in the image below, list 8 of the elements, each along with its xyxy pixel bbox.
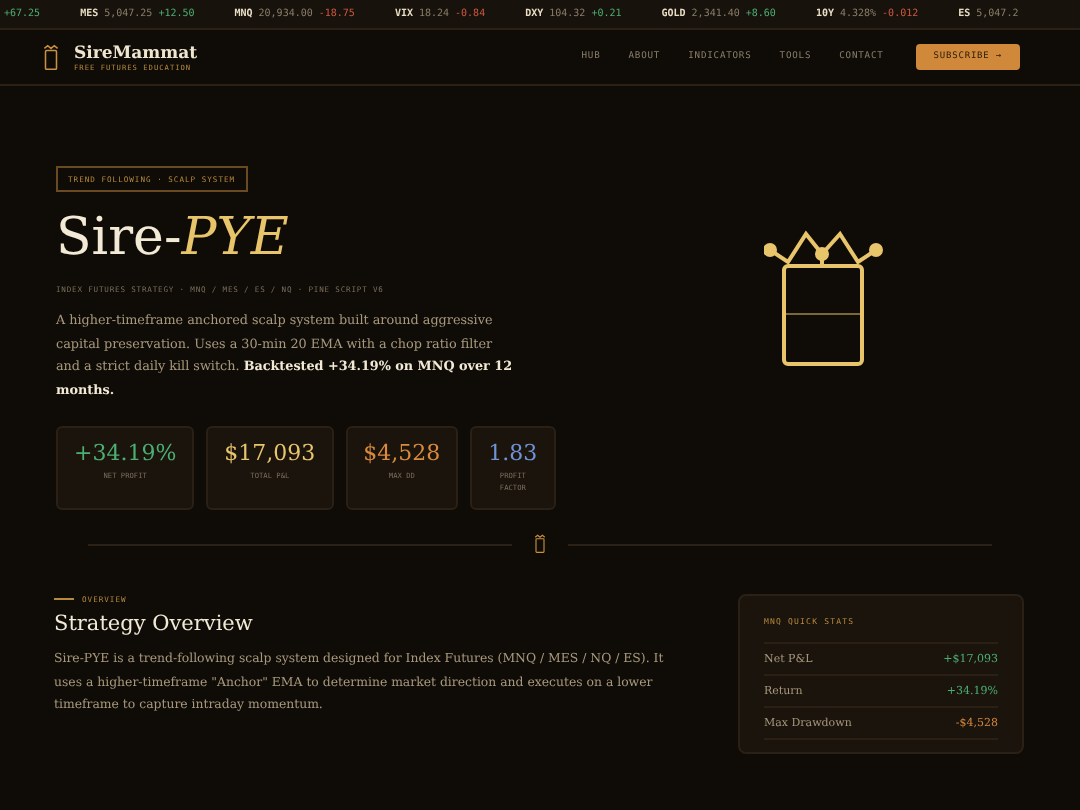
- stat-value: 1.83: [488, 442, 538, 467]
- stat-value: $4,528: [363, 442, 441, 467]
- crown-logo-icon: [40, 43, 62, 71]
- brand-name: SireMammat: [74, 43, 198, 63]
- stat-value: +34.19%: [74, 442, 177, 467]
- hero-title: Sire-PYE: [56, 212, 289, 264]
- stat-value: $17,093: [224, 442, 316, 467]
- section-heading: Strategy Overview: [54, 612, 255, 636]
